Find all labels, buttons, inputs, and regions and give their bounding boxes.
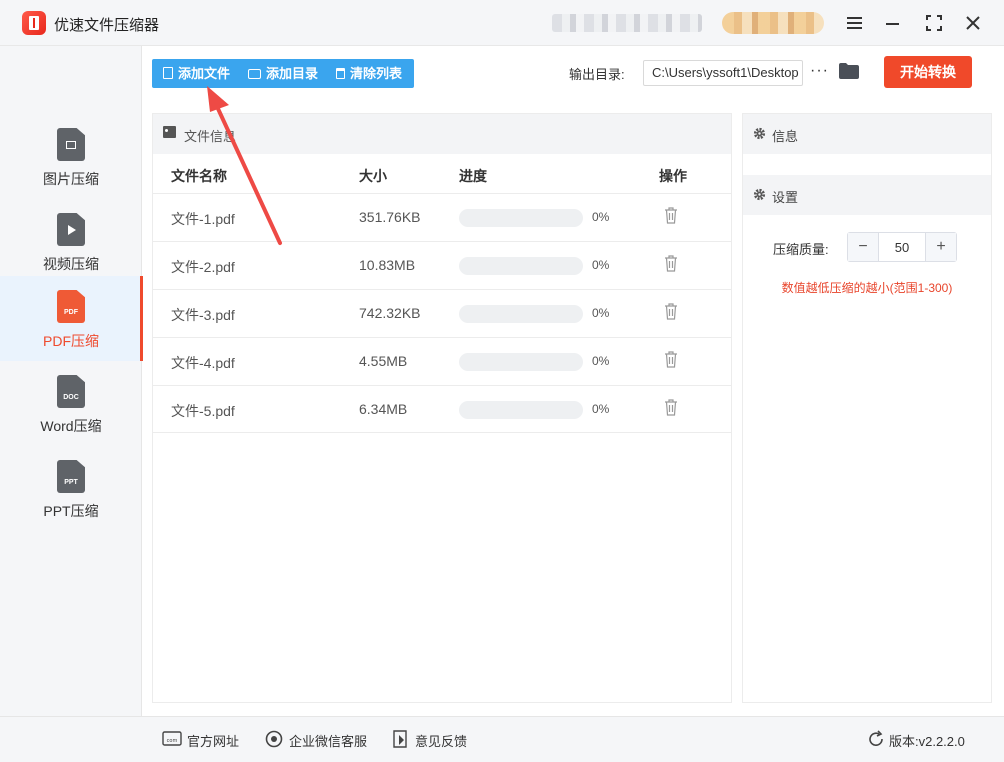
ppt-file-icon: PPT [57,460,85,493]
progress-percent: 0% [592,402,610,416]
close-icon[interactable] [962,12,984,34]
file-panel-title: 文件信息 [184,129,237,144]
increase-button[interactable]: + [925,233,956,261]
sidebar-item-ppt[interactable]: PPT PPT压缩 [0,446,142,531]
table-row[interactable]: 文件-5.pdf 6.34MB 0% [153,385,731,433]
svg-text:com: com [167,738,178,744]
maximize-icon[interactable] [923,12,945,34]
file-name: 文件-3.pdf [171,307,235,323]
vip-badge-blurred[interactable] [722,12,824,34]
delete-trash-icon[interactable] [664,399,678,416]
app-title: 优速文件压缩器 [54,17,160,34]
column-header-progress: 进度 [459,168,487,184]
progress-bar [459,209,583,227]
settings-title: 设置 [772,190,799,205]
file-name: 文件-2.pdf [171,259,235,275]
file-size: 6.34MB [359,401,408,417]
sidebar-item-label: Word压缩 [40,418,102,434]
column-header-size: 大小 [359,168,387,184]
trash-icon [336,68,345,79]
progress-bar [459,353,583,371]
delete-trash-icon[interactable] [664,255,678,272]
progress-bar [459,401,583,419]
file-size: 10.83MB [359,257,416,273]
sidebar-item-label: 视频压缩 [43,256,99,272]
settings-panel: 信息 设置 压缩质量: − 50 + 数值越低压缩的越小(范围1-300) [742,113,992,703]
sidebar-item-word[interactable]: DOC Word压缩 [0,361,142,446]
add-directory-button[interactable]: 添加目录 [248,59,318,88]
column-header-action: 操作 [659,168,687,184]
sidebar-item-pdf[interactable]: PDF PDF压缩 [0,276,143,361]
info-title: 信息 [772,129,799,144]
quality-input[interactable]: 50 [879,240,925,255]
delete-trash-icon[interactable] [664,207,678,224]
sidebar-item-label: PDF压缩 [43,333,99,349]
file-name: 文件-5.pdf [171,403,235,419]
info-header: 信息 [743,114,991,154]
file-name: 文件-1.pdf [171,211,235,227]
file-size: 742.32KB [359,305,421,321]
progress-bar [459,257,583,275]
minimize-icon[interactable] [882,12,904,34]
gear-icon [753,188,766,201]
refresh-icon[interactable] [867,730,887,748]
image-icon [163,126,176,138]
table-row[interactable]: 文件-4.pdf 4.55MB 0% [153,337,731,385]
feedback-icon [393,730,407,748]
version-label: 版本:v2.2.2.0 [889,734,965,749]
sidebar-item-label: 图片压缩 [43,171,99,187]
output-dir-field[interactable]: C:\Users\yssoft1\Desktop [643,60,803,86]
pdf-file-icon: PDF [57,290,85,323]
file-panel-header: 文件信息 [153,114,731,154]
quality-stepper: − 50 + [847,232,957,262]
file-size: 351.76KB [359,209,421,225]
progress-bar [459,305,583,323]
progress-percent: 0% [592,210,610,224]
website-icon: com [162,731,182,746]
progress-percent: 0% [592,258,610,272]
gear-icon [753,127,766,140]
table-row[interactable]: 文件-3.pdf 742.32KB 0% [153,289,731,337]
user-account-blurred[interactable] [552,14,702,32]
sidebar-item-image[interactable]: 图片压缩 [0,114,142,199]
start-convert-button[interactable]: 开始转换 [884,56,972,88]
feedback-link[interactable]: 意见反馈 [415,731,467,750]
file-size: 4.55MB [359,353,408,369]
quality-label: 压缩质量: [773,242,829,257]
menu-icon[interactable] [844,12,866,34]
sidebar-item-video[interactable]: 视频压缩 [0,199,142,284]
clear-list-button[interactable]: 清除列表 [336,59,402,88]
file-list-panel: 文件信息 文件名称 大小 进度 操作 文件-1.pdf 351.76KB 0% … [152,113,732,703]
table-row[interactable]: 文件-1.pdf 351.76KB 0% [153,193,731,241]
file-name: 文件-4.pdf [171,355,235,371]
file-icon [163,67,173,79]
sidebar-item-label: PPT压缩 [43,503,99,519]
decrease-button[interactable]: − [848,233,879,261]
progress-percent: 0% [592,354,610,368]
file-toolbar: 添加文件 添加目录 清除列表 [152,59,414,88]
website-link[interactable]: 官方网址 [187,731,239,750]
folder-outline-icon [248,69,261,79]
delete-trash-icon[interactable] [664,303,678,320]
progress-percent: 0% [592,306,610,320]
open-folder-icon[interactable] [839,63,859,79]
footer: com 官方网址 企业微信客服 意见反馈 版本:v2.2.2.0 [0,716,1004,762]
table-row[interactable]: 文件-2.pdf 10.83MB 0% [153,241,731,289]
video-file-icon [57,213,85,246]
wechat-service-link[interactable]: 企业微信客服 [289,731,367,750]
app-logo-icon [22,11,46,35]
column-header-name: 文件名称 [171,168,227,184]
doc-file-icon: DOC [57,375,85,408]
sidebar: 图片压缩 视频压缩 PDF PDF压缩 DOC Word压缩 PPT PPT压缩 [0,46,143,716]
settings-header: 设置 [743,175,991,215]
wechat-service-icon [265,730,283,748]
delete-trash-icon[interactable] [664,351,678,368]
add-file-button[interactable]: 添加文件 [163,59,230,88]
more-options-icon[interactable]: ··· [810,62,829,80]
image-file-icon [57,128,85,161]
quality-hint: 数值越低压缩的越小(范围1-300) [781,281,953,295]
title-bar: 优速文件压缩器 [0,0,1004,46]
output-dir-label: 输出目录: [569,67,625,82]
